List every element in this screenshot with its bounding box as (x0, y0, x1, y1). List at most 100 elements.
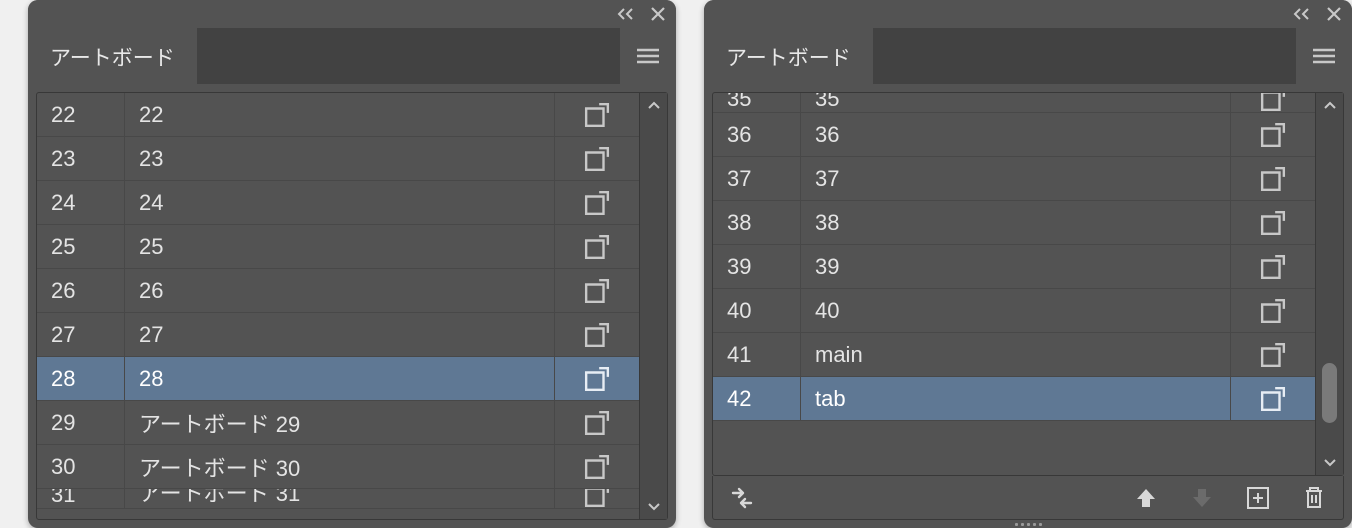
panel-tabbar: アートボード (28, 28, 676, 84)
artboard-name[interactable]: 36 (801, 113, 1231, 156)
artboard-orientation-button[interactable] (1231, 377, 1315, 420)
artboard-number: 25 (37, 225, 125, 268)
scroll-thumb[interactable] (1322, 363, 1337, 423)
artboard-orientation-button[interactable] (555, 181, 639, 224)
artboard-orientation-button[interactable] (1231, 93, 1315, 112)
tab-spacer (873, 28, 1296, 84)
tab-artboards[interactable]: アートボード (28, 28, 197, 84)
artboard-number: 36 (713, 113, 801, 156)
close-icon[interactable] (650, 6, 666, 22)
artboard-name[interactable]: アートボード 31 (125, 489, 555, 508)
artboard-row[interactable]: 2626 (37, 269, 639, 313)
artboard-row[interactable]: 41main (713, 333, 1315, 377)
artboard-row[interactable]: 42tab (713, 377, 1315, 421)
artboard-icon (1259, 386, 1287, 412)
artboard-name[interactable]: 37 (801, 157, 1231, 200)
resize-grip[interactable] (1008, 522, 1048, 528)
artboard-orientation-button[interactable] (555, 269, 639, 312)
artboard-name[interactable]: 39 (801, 245, 1231, 288)
artboard-row[interactable]: 4040 (713, 289, 1315, 333)
panel-menu-button[interactable] (1296, 28, 1352, 84)
scroll-up-button[interactable] (640, 93, 667, 117)
artboard-row[interactable]: 2424 (37, 181, 639, 225)
artboard-number: 26 (37, 269, 125, 312)
artboard-name[interactable]: 26 (125, 269, 555, 312)
artboard-row[interactable]: 3737 (713, 157, 1315, 201)
artboard-number: 27 (37, 313, 125, 356)
artboard-orientation-button[interactable] (555, 445, 639, 488)
artboard-orientation-button[interactable] (555, 489, 639, 508)
artboard-number: 31 (37, 489, 125, 508)
artboard-name[interactable]: tab (801, 377, 1231, 420)
artboard-name[interactable]: 22 (125, 93, 555, 136)
artboard-row[interactable]: 2525 (37, 225, 639, 269)
artboard-number: 41 (713, 333, 801, 376)
artboard-number: 30 (37, 445, 125, 488)
artboard-orientation-button[interactable] (555, 401, 639, 444)
artboard-orientation-button[interactable] (1231, 201, 1315, 244)
artboard-row[interactable]: 3939 (713, 245, 1315, 289)
collapse-icon[interactable] (616, 7, 636, 21)
panel-menu-button[interactable] (620, 28, 676, 84)
artboard-name[interactable]: 38 (801, 201, 1231, 244)
artboard-list: 222223232424252526262727282829アートボード 293… (36, 92, 668, 520)
artboard-orientation-button[interactable] (1231, 333, 1315, 376)
artboard-icon (583, 146, 611, 172)
artboard-orientation-button[interactable] (555, 137, 639, 180)
panel-titlebar (28, 0, 676, 28)
panel-titlebar (704, 0, 1352, 28)
artboard-row[interactable]: 2828 (37, 357, 639, 401)
scrollbar[interactable] (1315, 93, 1343, 475)
artboard-icon (583, 234, 611, 260)
artboard-icon (1259, 122, 1287, 148)
artboard-row[interactable]: 30アートボード 30 (37, 445, 639, 489)
collapse-icon[interactable] (1292, 7, 1312, 21)
artboard-name[interactable]: main (801, 333, 1231, 376)
artboard-icon (583, 410, 611, 436)
artboard-icon (1259, 93, 1287, 112)
artboard-orientation-button[interactable] (1231, 245, 1315, 288)
artboard-orientation-button[interactable] (555, 357, 639, 400)
artboard-orientation-button[interactable] (1231, 113, 1315, 156)
scroll-up-button[interactable] (1316, 93, 1343, 117)
artboard-orientation-button[interactable] (555, 313, 639, 356)
artboard-row[interactable]: 2323 (37, 137, 639, 181)
scroll-down-button[interactable] (1316, 451, 1343, 475)
artboard-number: 29 (37, 401, 125, 444)
artboard-orientation-button[interactable] (555, 93, 639, 136)
artboard-name[interactable]: アートボード 29 (125, 401, 555, 444)
new-artboard-button[interactable] (1241, 481, 1275, 515)
artboard-row[interactable]: 3535 (713, 93, 1315, 113)
artboard-row[interactable]: 2727 (37, 313, 639, 357)
artboard-name[interactable]: アートボード 30 (125, 445, 555, 488)
list-body: 35353636373738383939404041main42tab (713, 93, 1315, 475)
artboard-name[interactable]: 24 (125, 181, 555, 224)
move-up-button[interactable] (1129, 481, 1163, 515)
scrollbar[interactable] (639, 93, 667, 519)
artboard-row[interactable]: 3838 (713, 201, 1315, 245)
artboard-name[interactable]: 27 (125, 313, 555, 356)
scroll-down-button[interactable] (640, 495, 667, 519)
close-icon[interactable] (1326, 6, 1342, 22)
artboard-number: 22 (37, 93, 125, 136)
artboard-name[interactable]: 25 (125, 225, 555, 268)
artboard-orientation-button[interactable] (1231, 157, 1315, 200)
artboard-row[interactable]: 3636 (713, 113, 1315, 157)
tab-artboards[interactable]: アートボード (704, 28, 873, 84)
artboard-row[interactable]: 29アートボード 29 (37, 401, 639, 445)
artboard-orientation-button[interactable] (1231, 289, 1315, 332)
delete-artboard-button[interactable] (1297, 481, 1331, 515)
artboard-name[interactable]: 28 (125, 357, 555, 400)
artboard-row[interactable]: 2222 (37, 93, 639, 137)
artboard-number: 38 (713, 201, 801, 244)
artboard-row[interactable]: 31アートボード 31 (37, 489, 639, 509)
artboard-orientation-button[interactable] (555, 225, 639, 268)
rearrange-button[interactable] (725, 481, 759, 515)
artboard-name[interactable]: 23 (125, 137, 555, 180)
artboards-panel: アートボード 35353636373738383939404041main42ta… (704, 0, 1352, 528)
move-down-button (1185, 481, 1219, 515)
artboard-number: 40 (713, 289, 801, 332)
artboard-name[interactable]: 35 (801, 93, 1231, 112)
artboard-name[interactable]: 40 (801, 289, 1231, 332)
artboard-icon (583, 489, 611, 508)
